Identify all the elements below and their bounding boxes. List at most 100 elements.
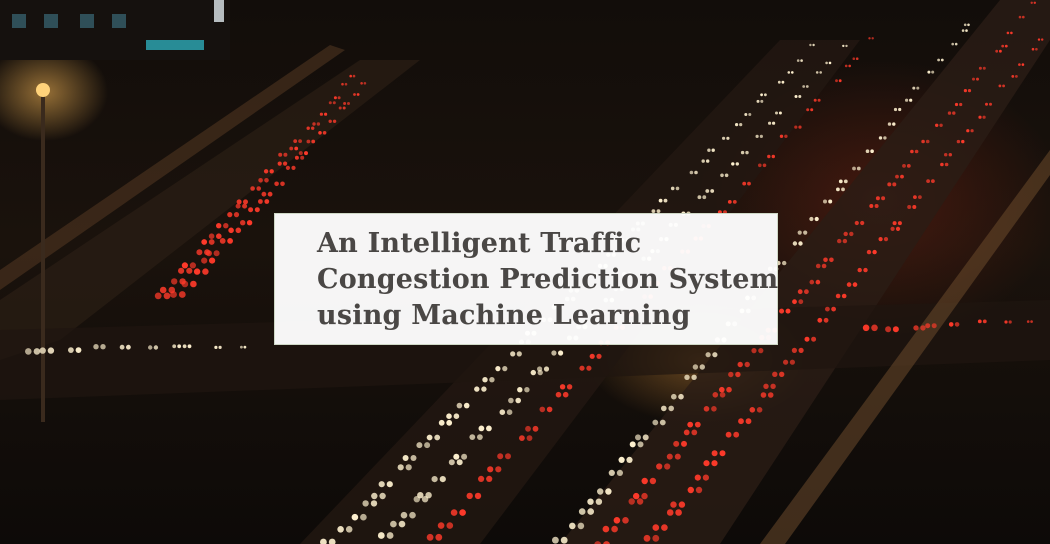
car-light	[461, 453, 468, 460]
car-light	[744, 113, 748, 116]
car-light	[666, 509, 674, 516]
car-light	[694, 421, 701, 428]
car-light	[487, 466, 494, 473]
car-light	[263, 169, 269, 174]
car-light	[216, 223, 222, 229]
car-light	[707, 148, 711, 152]
car-light	[918, 195, 922, 200]
car-light	[794, 125, 798, 129]
car-light	[852, 166, 856, 171]
car-light	[967, 89, 972, 93]
car-light	[781, 80, 785, 84]
car-light	[719, 392, 726, 398]
car-light	[602, 525, 610, 533]
car-light	[852, 282, 858, 287]
car-light	[883, 237, 889, 242]
car-light	[703, 460, 710, 467]
car-light	[813, 98, 817, 102]
car-light	[735, 123, 739, 127]
car-light	[219, 238, 226, 244]
car-light	[927, 70, 931, 74]
car-light	[505, 453, 511, 460]
car-light	[362, 500, 369, 507]
car-light	[269, 169, 274, 174]
car-light	[1004, 44, 1008, 48]
car-light	[745, 150, 749, 155]
car-light	[519, 435, 525, 441]
car-light	[939, 123, 943, 128]
car-light	[499, 409, 506, 416]
car-light	[705, 352, 711, 358]
car-light	[724, 173, 729, 178]
car-light	[486, 475, 493, 482]
car-light	[243, 345, 247, 349]
car-light	[363, 82, 367, 85]
car-light	[379, 492, 386, 500]
car-light	[659, 419, 666, 426]
car-light	[347, 102, 350, 105]
car-light	[264, 178, 269, 183]
car-light	[397, 464, 404, 471]
car-light	[739, 123, 743, 127]
car-light	[809, 216, 814, 222]
car-light	[489, 377, 495, 383]
car-light	[390, 520, 397, 528]
car-light	[214, 345, 218, 349]
car-light	[264, 199, 270, 204]
car-light	[324, 112, 328, 116]
car-light	[456, 402, 463, 409]
car-light	[248, 207, 254, 213]
car-light	[425, 492, 432, 499]
car-light	[972, 77, 975, 81]
car-light	[751, 348, 757, 354]
car-light	[797, 230, 802, 235]
car-light	[762, 163, 767, 168]
car-light	[970, 129, 974, 133]
car-light	[298, 139, 302, 144]
car-light	[865, 149, 870, 153]
car-light	[854, 220, 859, 226]
car-light	[182, 344, 187, 349]
car-light	[668, 405, 674, 412]
car-light	[674, 453, 681, 460]
car-light	[764, 93, 767, 97]
car-light	[181, 280, 189, 288]
car-light	[274, 181, 279, 187]
building-light	[214, 0, 224, 22]
car-light	[25, 348, 32, 355]
car-light	[770, 383, 776, 389]
car-light	[227, 212, 233, 218]
car-light	[673, 440, 680, 447]
car-light	[931, 323, 937, 329]
car-light	[100, 344, 106, 350]
car-light	[233, 212, 240, 218]
car-light	[463, 402, 470, 409]
car-light	[343, 102, 347, 105]
car-light	[726, 136, 730, 140]
car-light	[844, 64, 848, 68]
car-light	[633, 492, 640, 500]
car-light	[1033, 1, 1037, 4]
car-light	[205, 250, 212, 257]
car-light	[319, 112, 323, 116]
car-light	[940, 162, 944, 167]
car-light	[978, 66, 982, 70]
car-light	[841, 187, 845, 192]
car-light	[961, 139, 965, 144]
car-light	[898, 107, 902, 112]
car-light	[778, 111, 782, 115]
car-light	[311, 139, 316, 144]
car-light	[838, 179, 843, 184]
car-light	[495, 366, 501, 372]
car-light	[293, 139, 298, 144]
car-light	[725, 431, 732, 438]
car-light	[835, 293, 841, 299]
car-light	[871, 37, 874, 40]
car-light	[469, 434, 476, 440]
car-light	[578, 508, 586, 515]
car-light	[907, 205, 912, 209]
car-light	[478, 425, 485, 432]
car-light	[193, 268, 201, 275]
car-light	[702, 474, 710, 481]
car-light	[525, 425, 531, 432]
